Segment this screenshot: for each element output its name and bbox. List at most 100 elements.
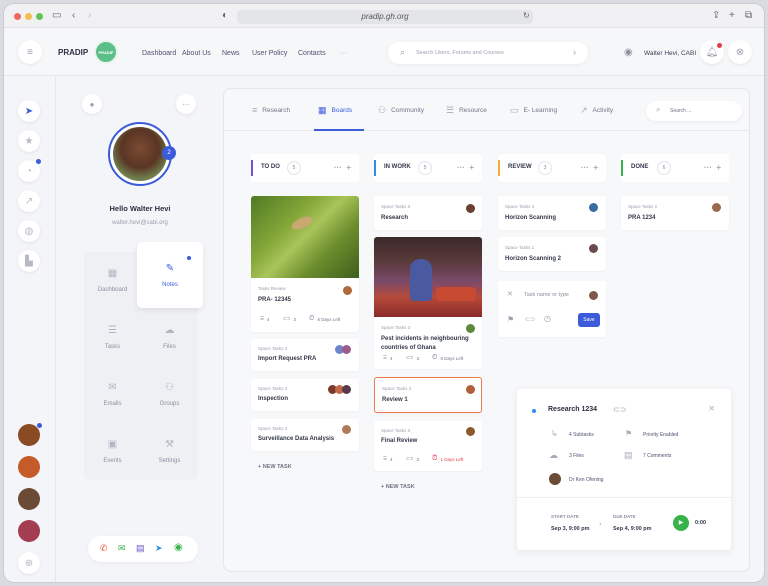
- flag-icon: ⚑: [625, 429, 633, 438]
- timer-play-button[interactable]: ▶: [673, 515, 689, 531]
- task-title: Horizon Scanning 2: [505, 256, 562, 262]
- menu-tasks[interactable]: ☰ Tasks: [84, 309, 141, 366]
- task-card[interactable]: Space Tasks 3 Horizon Scanning: [498, 196, 606, 230]
- tab-research[interactable]: ≡ Research: [252, 105, 290, 115]
- menu-files[interactable]: ☁ Files: [141, 309, 198, 366]
- whatsapp-icon[interactable]: ◉: [174, 542, 183, 553]
- contact-card-icon[interactable]: ▤: [136, 543, 145, 554]
- sidebar-toggle-icon[interactable]: ▭: [52, 9, 61, 23]
- nav-contacts[interactable]: Contacts: [298, 50, 326, 57]
- close-icon: ⊗: [735, 46, 745, 58]
- close-window-button[interactable]: [14, 13, 21, 20]
- column-actions[interactable]: ··· +: [457, 163, 474, 172]
- column-actions[interactable]: ··· +: [704, 163, 721, 172]
- rail-favorites-button[interactable]: ★: [18, 130, 40, 152]
- menu-notes[interactable]: ✎ Notes: [137, 242, 203, 308]
- tab-boards[interactable]: ▦ Boards: [314, 105, 365, 131]
- task-card[interactable]: Space Tasks 3 Inspection: [251, 379, 359, 411]
- tab-resource[interactable]: ☰ Resource: [446, 105, 487, 116]
- reload-icon[interactable]: ↻: [523, 9, 530, 23]
- task-card[interactable]: Space Tasks 1 Horizon Scanning 2: [498, 237, 606, 271]
- nav-dashboard[interactable]: Dashboard: [142, 50, 176, 57]
- phone-icon[interactable]: ✆: [100, 543, 108, 554]
- column-header-done: DONE 6 ··· +: [621, 154, 729, 182]
- comment-icon: ⊂⊃: [283, 316, 291, 321]
- chevron-right-icon[interactable]: ›: [573, 47, 576, 57]
- clock-icon[interactable]: ◷: [544, 314, 551, 323]
- close-icon[interactable]: ✕: [708, 404, 715, 413]
- menu-dashboard[interactable]: ▦ Dashboard: [84, 252, 141, 309]
- flag-icon[interactable]: ⚑: [507, 315, 514, 324]
- task-card[interactable]: Space Tasks 3 Final Review ☰ 4 ⊂⊃ 3 ⏰︎ 1 Da…: [374, 421, 482, 471]
- save-button[interactable]: Save: [578, 313, 600, 327]
- maximize-window-button[interactable]: [36, 13, 43, 20]
- profile-more-button[interactable]: ···: [176, 94, 196, 114]
- avatar[interactable]: [18, 456, 40, 478]
- global-search[interactable]: ⌕ Search Users, Forums and Courses ›: [388, 42, 588, 64]
- nav-user-policy[interactable]: User Policy: [252, 50, 287, 57]
- nav-news[interactable]: News: [222, 50, 240, 57]
- minimize-window-button[interactable]: [25, 13, 32, 20]
- rail-explore-button[interactable]: ➤: [18, 100, 40, 122]
- start-date[interactable]: Sep 3, 9:00 pm: [551, 526, 590, 532]
- task-card[interactable]: Space Tasks 2 PRA 1234: [621, 196, 729, 230]
- close-icon[interactable]: ✕: [507, 290, 513, 298]
- nav-about-us[interactable]: About Us: [182, 50, 211, 57]
- hamburger-menu-button[interactable]: ≡: [18, 40, 42, 64]
- avatar[interactable]: [18, 488, 40, 510]
- rail-messages-button[interactable]: ◔: [18, 159, 41, 182]
- tabs-overview-icon[interactable]: ⧉: [745, 9, 752, 23]
- column-actions[interactable]: ··· +: [334, 163, 351, 172]
- avatar[interactable]: [18, 423, 42, 446]
- task-card[interactable]: Space Tasks 3 Surveillance Data Analysis: [251, 419, 359, 451]
- menu-emails[interactable]: ✉ Emails: [84, 366, 141, 423]
- user-name[interactable]: Walter Hevi, CABI: [644, 50, 696, 57]
- tab-community[interactable]: ⚇ Community: [378, 105, 424, 116]
- star-icon: ★: [24, 135, 34, 147]
- new-task-button[interactable]: + NEW TASK: [381, 484, 415, 490]
- comments-count[interactable]: 7 Comments: [643, 453, 671, 459]
- board-search[interactable]: ⌕ Search ...: [646, 101, 742, 121]
- mail-icon[interactable]: ✉: [118, 543, 126, 554]
- avatar[interactable]: [18, 520, 40, 542]
- due-date[interactable]: Sep 4, 9:00 pm: [613, 526, 652, 532]
- column-header-review: REVIEW 3 ··· +: [498, 154, 606, 182]
- column-actions[interactable]: ··· +: [581, 163, 598, 172]
- attachment-icon[interactable]: ⊂⊃: [525, 316, 535, 323]
- new-tab-icon[interactable]: +: [729, 9, 735, 23]
- menu-settings[interactable]: ⚒ Settings: [141, 423, 198, 480]
- task-name-input[interactable]: Task name or type: [524, 292, 569, 298]
- forward-icon[interactable]: ›: [88, 9, 91, 23]
- task-card[interactable]: Space Tasks 3 Import Request PRA: [251, 339, 359, 371]
- profile-avatar-ring[interactable]: 2: [108, 122, 176, 186]
- files-count[interactable]: 3 Files: [569, 453, 584, 459]
- search-input[interactable]: Search Users, Forums and Courses: [416, 50, 504, 56]
- task-card[interactable]: Space Tasks 3 Pest incidents in neighbou…: [374, 237, 482, 369]
- rail-add-button[interactable]: ⊕: [18, 552, 40, 574]
- menu-events[interactable]: ▣ Events: [84, 423, 141, 480]
- board-search-input[interactable]: Search ...: [670, 108, 691, 114]
- tab-e-learning[interactable]: ▭ E- Learning: [510, 105, 557, 116]
- tab-activity[interactable]: ↗ Activity: [580, 105, 613, 116]
- divider: [517, 497, 731, 498]
- close-button[interactable]: ⊗: [728, 40, 752, 64]
- brand-logo[interactable]: PRADIP: [94, 40, 118, 64]
- rail-trends-button[interactable]: ↗: [18, 190, 40, 212]
- profile-user-button[interactable]: ●: [82, 94, 102, 114]
- task-card[interactable]: Space Tasks 3 Research: [374, 196, 482, 230]
- rail-globe-button[interactable]: ◍: [18, 220, 40, 242]
- calendar-icon: ▣: [107, 439, 118, 450]
- telegram-icon[interactable]: ➤: [155, 543, 163, 554]
- back-icon[interactable]: ‹: [72, 9, 75, 23]
- new-task-button[interactable]: + NEW TASK: [258, 464, 292, 470]
- notifications-button[interactable]: 🔔︎: [700, 40, 724, 64]
- task-card-selected[interactable]: Space Tasks 3 Review 1: [374, 377, 482, 413]
- checklist-icon: ☰: [383, 456, 388, 461]
- menu-groups[interactable]: ⚇ Groups: [141, 366, 198, 423]
- share-icon[interactable]: ⇪: [712, 9, 720, 23]
- task-card[interactable]: Tasks Review PRA- 12345 ☰ 4 ⊂⊃ 3 ⏲︎ 6 Days …: [251, 196, 359, 332]
- rail-stats-button[interactable]: ▙: [18, 250, 40, 272]
- link-icon[interactable]: ⊂⊃: [613, 405, 626, 414]
- url-bar[interactable]: pradip.gh.org: [237, 10, 533, 24]
- nav-more-button[interactable]: ···: [340, 50, 347, 57]
